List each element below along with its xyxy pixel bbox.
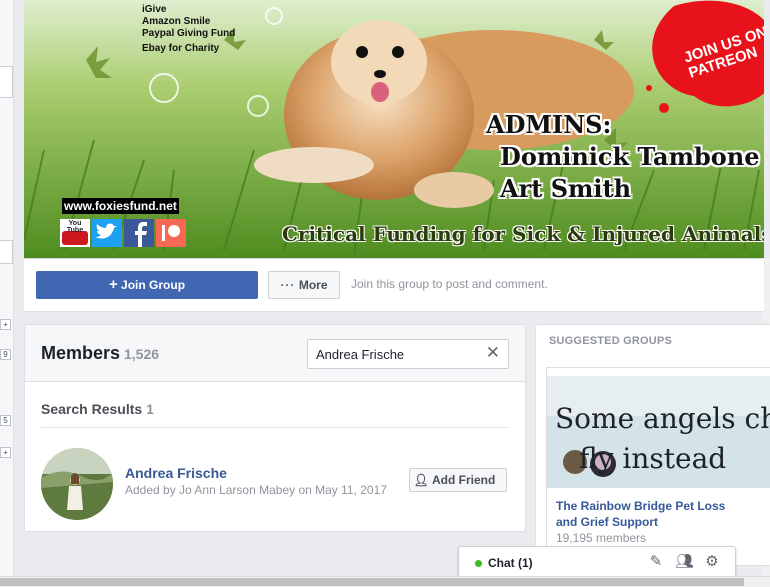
fundraising-list: iGive Amazon Smile Paypal Giving Fund Eb… [142, 4, 235, 55]
online-status-dot [475, 560, 482, 567]
patreon-icon[interactable] [156, 219, 186, 247]
plus-icon: + [108, 276, 118, 293]
divider [41, 427, 509, 428]
group-action-bar: + Join Group ··· More Join this group to… [24, 259, 764, 312]
fund-line: iGive [142, 4, 167, 15]
youtube-icon[interactable]: You Tube [60, 219, 90, 247]
avatar[interactable] [41, 448, 113, 520]
left-panel-box [0, 66, 13, 98]
chat-bar[interactable]: Chat (1) ✎ 👥︎ ⚙ [458, 546, 736, 577]
fund-line: Amazon Smile [142, 16, 211, 27]
ellipsis-icon: ··· [280, 278, 296, 292]
chat-label: Chat (1) [488, 556, 533, 570]
add-friend-icon: 👤︎ [413, 473, 429, 487]
twitter-icon[interactable] [92, 219, 122, 247]
member-added-by: Added by Jo Ann Larson Mabey on May 11, … [125, 483, 387, 497]
suggested-groups-panel: SUGGESTED GROUPS Some angels choo fly in… [535, 324, 770, 566]
horizontal-scrollbar[interactable] [0, 576, 770, 587]
join-hint-text: Join this group to post and comment. [351, 277, 548, 291]
horizontal-scrollbar-thumb[interactable] [0, 578, 744, 586]
group-cover-photo: iGive Amazon Smile Paypal Giving Fund Eb… [24, 0, 764, 259]
suggested-group-image[interactable]: Some angels choo fly instead [547, 376, 770, 488]
add-friend-label: Add Friend [432, 473, 496, 487]
add-friend-button[interactable]: 👤︎ Add Friend [409, 468, 507, 492]
search-results-heading: Search Results 1 [41, 401, 154, 417]
admins-label: ADMINS: [486, 110, 612, 139]
youtube-icon-text: You Tube [66, 220, 84, 234]
join-group-button[interactable]: + Join Group [36, 271, 258, 299]
left-sidebar-edge: + 9 5 + [0, 0, 14, 586]
search-results-count: 1 [146, 401, 154, 417]
member-search-value: Andrea Frische [316, 347, 405, 362]
plus-icon[interactable]: + [0, 319, 11, 330]
fund-line: Paypal Giving Fund [142, 28, 236, 39]
fund-line: Ebay for Charity [142, 43, 220, 54]
suggested-group-members: 19,195 members [556, 531, 647, 545]
member-name-link[interactable]: Andrea Frische [125, 465, 227, 481]
cover-tagline: Critical Funding for Sick & Injured Anim… [282, 222, 764, 246]
gear-icon[interactable]: ⚙ [703, 553, 721, 571]
members-panel: Members 1,526 Andrea Frische ✕ Search Re… [24, 324, 526, 532]
admin-name: Art Smith [500, 174, 632, 203]
website-label[interactable]: www.foxiesfund.net [62, 198, 179, 214]
suggested-image-text: Some angels choo [555, 402, 770, 435]
join-group-label: Join Group [121, 278, 186, 292]
create-group-icon[interactable]: 👥︎ [675, 553, 694, 571]
new-message-icon[interactable]: ✎ [647, 553, 665, 571]
members-title: Members [41, 343, 121, 363]
plus-icon[interactable]: + [0, 447, 11, 458]
member-search-input[interactable]: Andrea Frische ✕ [307, 339, 509, 369]
search-results-label: Search Results [41, 401, 143, 417]
more-label: More [298, 278, 328, 292]
more-button[interactable]: ··· More [268, 271, 340, 299]
suggested-groups-title: SUGGESTED GROUPS [549, 335, 672, 347]
left-panel-box [0, 240, 13, 264]
avatar-image [41, 448, 113, 520]
facebook-icon[interactable] [124, 219, 154, 247]
left-panel-icon[interactable]: 5 [0, 415, 11, 426]
admin-name: Dominick Tambone [500, 142, 760, 171]
suggested-group-card[interactable]: Some angels choo fly instead The Rainbow… [546, 367, 770, 565]
clear-search-icon[interactable]: ✕ [486, 344, 500, 362]
left-panel-icon[interactable]: 9 [0, 349, 11, 360]
members-header: Members 1,526 Andrea Frische ✕ [25, 325, 525, 382]
members-count: 1,526 [124, 346, 160, 362]
suggested-group-name[interactable]: The Rainbow Bridge Pet Loss and Grief Su… [556, 498, 726, 530]
suggested-image-text: fly instead [579, 442, 727, 475]
